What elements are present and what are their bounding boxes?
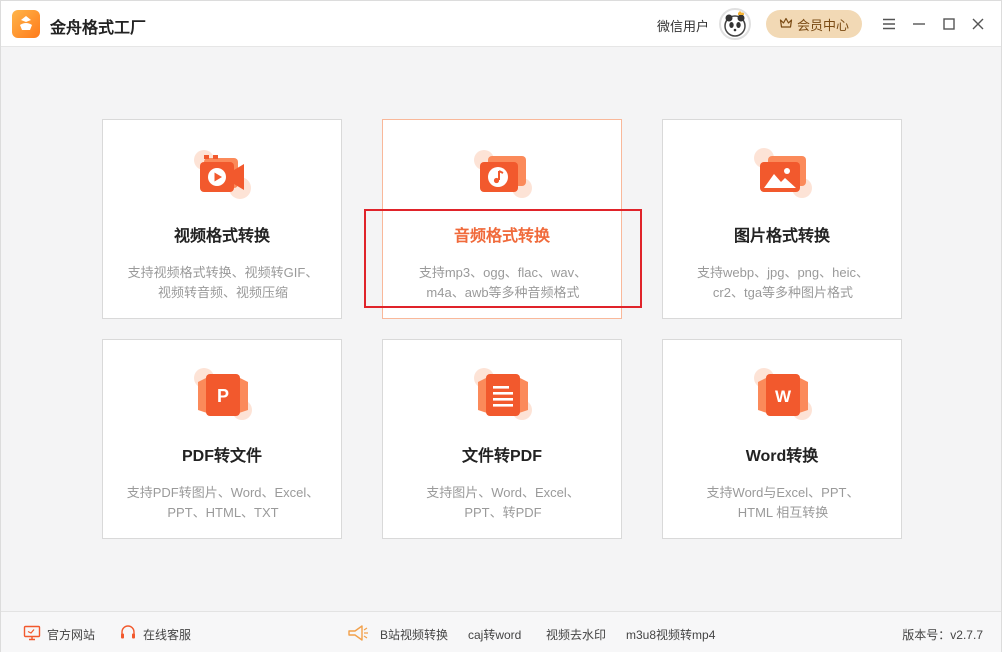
card-desc-line: PPT、转PDF [464, 505, 542, 520]
online-support-label: 在线客服 [143, 628, 192, 642]
footer-link-m3u8[interactable]: m3u8视频转mp4 [626, 626, 715, 643]
vip-center-button[interactable]: 会员中心 [766, 10, 862, 38]
minimize-icon[interactable] [909, 14, 929, 34]
selection-highlight-box [364, 209, 642, 308]
word-convert-card[interactable]: W Word转换 支持Word与Excel、PPT、 HTML 相互转换 [662, 339, 902, 539]
document-icon [470, 364, 536, 424]
pdf-to-file-card[interactable]: P PDF转文件 支持PDF转图片、Word、Excel、 PPT、HTML、T… [102, 339, 342, 539]
app-logo-icon [12, 10, 40, 38]
footer-bar: 官方网站 在线客服 B站视频转换 caj转word 视频去水印 m3u8视频转m… [1, 611, 1001, 652]
card-description: 支持图片、Word、Excel、 PPT、转PDF [393, 483, 613, 523]
card-title: 文件转PDF [461, 448, 542, 465]
headset-icon [119, 625, 137, 644]
card-desc-line: 支持视频格式转换、视频转GIF、 [127, 265, 319, 280]
title-bar: 金舟格式工厂 微信用户 会员中心 [1, 1, 1001, 47]
megaphone-icon [347, 624, 369, 645]
card-description: 支持视频格式转换、视频转GIF、 视频转音频、视频压缩 [113, 263, 333, 303]
image-convert-card[interactable]: 图片格式转换 支持webp、jpg、png、heic、 cr2、tga等多种图片… [662, 119, 902, 319]
card-desc-line: HTML 相互转换 [737, 505, 829, 520]
crown-icon [779, 16, 793, 33]
image-icon [750, 144, 816, 204]
close-icon[interactable] [968, 14, 988, 34]
avatar[interactable] [719, 8, 751, 40]
footer-link-caj-word[interactable]: caj转word [468, 626, 521, 643]
card-title: 视频格式转换 [173, 228, 270, 245]
online-support-link[interactable]: 在线客服 [119, 625, 191, 644]
card-title: 图片格式转换 [733, 228, 830, 245]
card-desc-line: 支持图片、Word、Excel、 [426, 485, 580, 500]
card-desc-line: 支持Word与Excel、PPT、 [706, 485, 860, 500]
card-desc-line: 视频转音频、视频压缩 [157, 285, 288, 300]
card-title: PDF转文件 [181, 448, 262, 465]
word-icon: W [750, 364, 816, 424]
card-desc-line: 支持PDF转图片、Word、Excel、 [126, 485, 320, 500]
svg-text:P: P [217, 386, 229, 406]
menu-icon[interactable] [879, 14, 899, 34]
app-window: 金舟格式工厂 微信用户 会员中心 视频格式转换 支持视频格式转换、视频转GIF、… [0, 0, 1002, 652]
card-description: 支持webp、jpg、png、heic、 cr2、tga等多种图片格式 [673, 263, 893, 303]
maximize-icon[interactable] [939, 14, 959, 34]
footer-link-bilibili[interactable]: B站视频转换 [380, 626, 448, 643]
card-desc-line: 支持webp、jpg、png、heic、 [697, 265, 869, 280]
card-desc-line: cr2、tga等多种图片格式 [712, 285, 854, 300]
app-title: 金舟格式工厂 [50, 20, 147, 37]
user-name[interactable]: 微信用户 [657, 16, 709, 35]
card-desc-line: PPT、HTML、TXT [167, 505, 279, 520]
vip-center-label: 会员中心 [796, 17, 849, 33]
card-description: 支持PDF转图片、Word、Excel、 PPT、HTML、TXT [113, 483, 333, 523]
footer-link-watermark[interactable]: 视频去水印 [546, 626, 606, 643]
file-to-pdf-card[interactable]: 文件转PDF 支持图片、Word、Excel、 PPT、转PDF [382, 339, 622, 539]
official-website-link[interactable]: 官方网站 [23, 625, 95, 644]
card-description: 支持Word与Excel、PPT、 HTML 相互转换 [673, 483, 893, 523]
pdf-icon: P [190, 364, 256, 424]
official-website-label: 官方网站 [47, 628, 96, 642]
version-label: 版本号：v2.7.7 [902, 628, 983, 642]
svg-text:W: W [775, 387, 792, 406]
monitor-icon [23, 625, 41, 644]
video-icon [190, 144, 256, 204]
video-convert-card[interactable]: 视频格式转换 支持视频格式转换、视频转GIF、 视频转音频、视频压缩 [102, 119, 342, 319]
card-title: Word转换 [745, 448, 819, 465]
music-icon [470, 144, 536, 204]
